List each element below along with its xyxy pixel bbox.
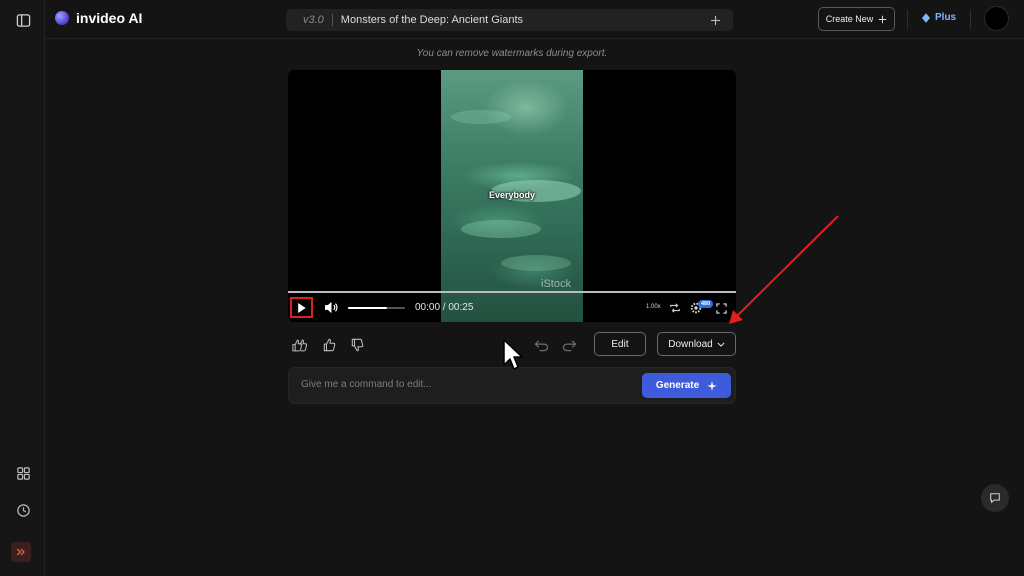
fish-shape [501, 255, 571, 271]
fish-shape [461, 220, 541, 238]
diamond-icon [922, 12, 930, 23]
volume-icon[interactable] [324, 301, 339, 319]
progress-bar[interactable] [288, 291, 736, 293]
add-icon[interactable] [707, 12, 723, 28]
generate-label: Generate [655, 380, 700, 391]
app-name: invideo AI [76, 10, 143, 26]
play-icon[interactable] [290, 297, 313, 318]
thumbs-down-icon[interactable] [349, 336, 367, 354]
top-bar: invideo AI v3.0 Monsters of the Deep: An… [45, 0, 1024, 39]
video-caption: Everybody [488, 190, 536, 200]
create-new-label: Create New [825, 14, 874, 24]
quality-badge: 480 [698, 300, 714, 308]
plus-icon [879, 15, 887, 23]
grid-icon[interactable] [12, 462, 34, 484]
fish-shape [451, 110, 511, 124]
loop-icon[interactable] [669, 301, 681, 319]
version-label: v3.0 [303, 14, 324, 26]
double-thumbs-up-icon[interactable] [292, 336, 310, 354]
download-button[interactable]: Download [657, 332, 736, 356]
watermark-notice: You can remove watermarks during export. [416, 48, 608, 59]
project-title-bar[interactable]: v3.0 Monsters of the Deep: Ancient Giant… [286, 9, 733, 31]
invideo-orb-logo [55, 11, 69, 25]
header-divider [907, 10, 908, 29]
brand[interactable]: invideo AI [55, 10, 142, 26]
playback-speed[interactable]: 1.00x [646, 304, 661, 310]
project-title: Monsters of the Deep: Ancient Giants [340, 14, 524, 26]
sidebar-toggle-icon[interactable] [12, 9, 34, 31]
generate-button[interactable]: Generate [642, 373, 731, 398]
header-divider-2 [970, 10, 971, 29]
fullscreen-icon[interactable] [716, 301, 727, 319]
redo-icon[interactable] [560, 336, 578, 354]
left-sidebar [0, 0, 45, 576]
sparkle-icon [707, 380, 718, 391]
download-label: Download [668, 338, 713, 350]
video-player[interactable]: Everybody iStock 00:00 / 00:25 1.00x 480 [288, 70, 736, 322]
time-display: 00:00 / 00:25 [415, 302, 474, 313]
command-input[interactable] [301, 379, 631, 390]
thumbs-up-icon[interactable] [321, 336, 339, 354]
chat-support-icon[interactable] [981, 484, 1009, 512]
chevron-down-icon [717, 342, 725, 347]
volume-slider-fill [348, 307, 387, 309]
plan-badge[interactable]: Plus [922, 12, 956, 23]
edit-button[interactable]: Edit [594, 332, 646, 356]
stock-watermark: iStock [541, 278, 571, 290]
double-chevron-right-icon[interactable] [11, 542, 31, 562]
volume-slider[interactable] [348, 307, 405, 309]
history-clock-icon[interactable] [12, 499, 34, 521]
plan-label: Plus [935, 12, 957, 23]
video-frame: Everybody iStock [441, 70, 583, 322]
command-box: Generate [288, 367, 736, 404]
undo-icon[interactable] [532, 336, 550, 354]
avatar[interactable] [984, 6, 1009, 31]
create-new-button[interactable]: Create New [818, 7, 895, 31]
title-separator [331, 14, 333, 26]
